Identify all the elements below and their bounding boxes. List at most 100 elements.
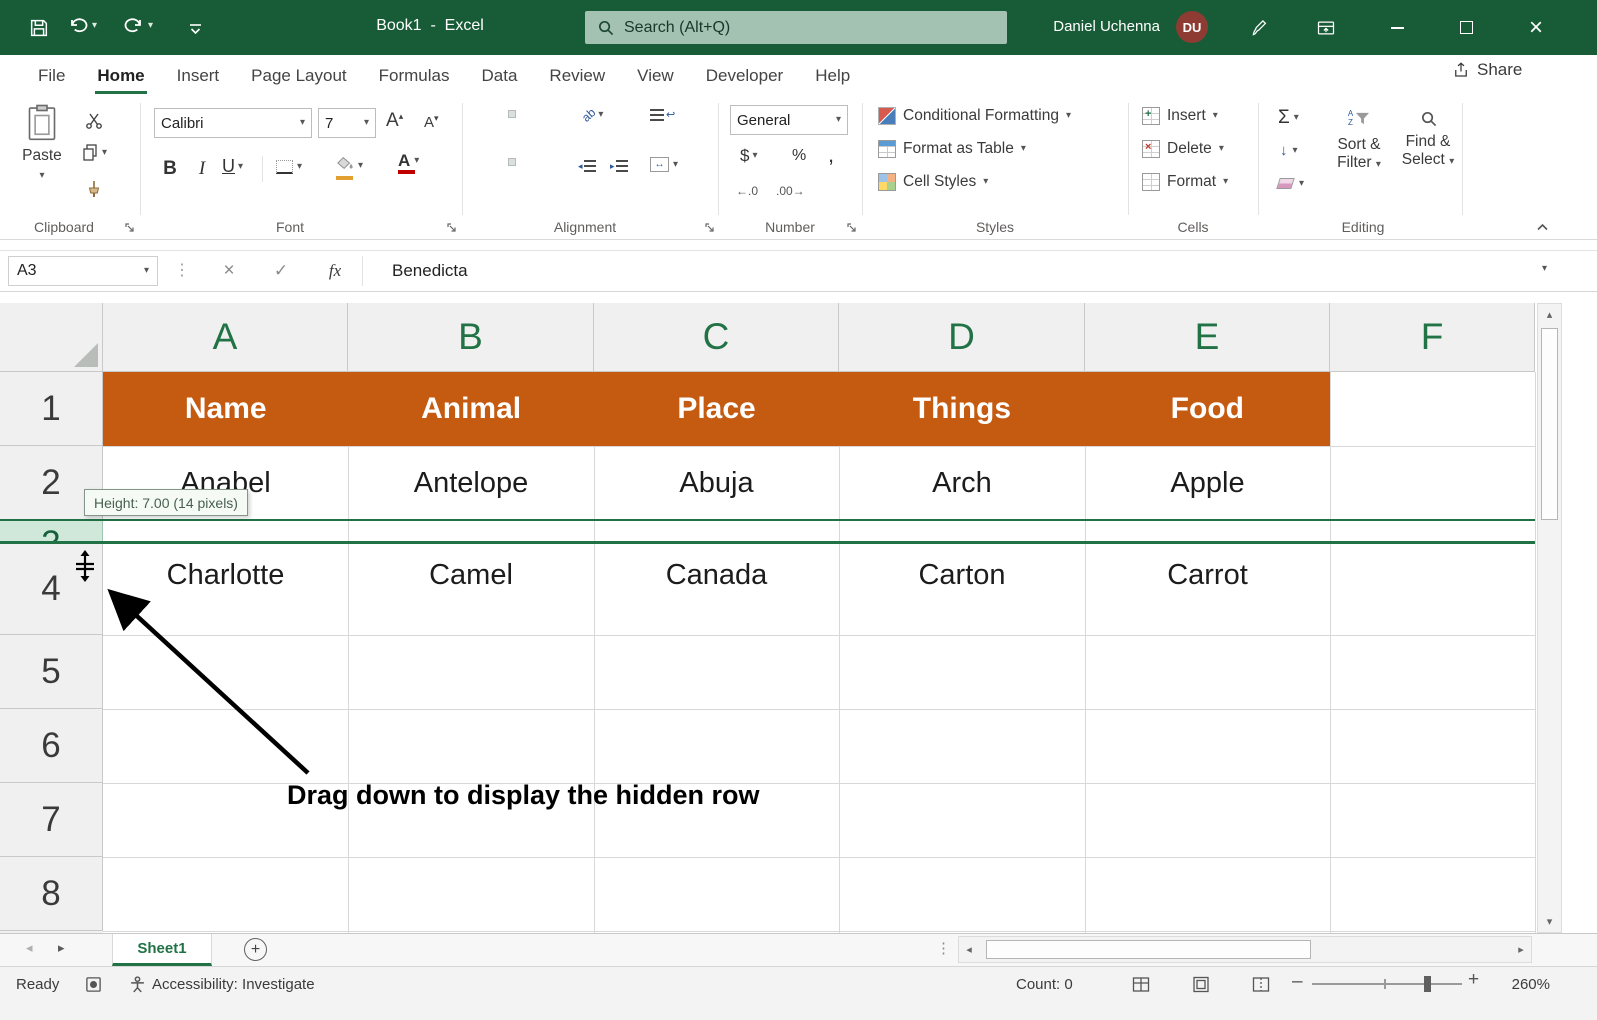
name-box[interactable]: A3 xyxy=(8,256,158,286)
clear-button[interactable] xyxy=(1278,178,1304,189)
column-header-B[interactable]: B xyxy=(348,303,594,372)
user-name[interactable]: Daniel Uchenna xyxy=(1000,18,1160,35)
bold-button[interactable]: B xyxy=(158,156,182,182)
underline-button[interactable]: U xyxy=(222,156,243,177)
sheet-nav-next-icon[interactable]: ▸ xyxy=(58,940,65,956)
horizontal-scroll-thumb[interactable] xyxy=(986,940,1311,959)
increase-decimal-button[interactable]: ←.0 xyxy=(736,184,758,198)
header-cell-place[interactable]: Place xyxy=(594,372,839,446)
expand-formula-bar-icon[interactable] xyxy=(1542,264,1547,274)
borders-button[interactable] xyxy=(276,160,302,174)
dropdown-icon[interactable] xyxy=(358,161,363,171)
scroll-down-icon[interactable]: ▾ xyxy=(1538,912,1561,930)
tab-view[interactable]: View xyxy=(621,55,690,97)
column-header-D[interactable]: D xyxy=(839,303,1085,372)
dropdown-icon[interactable] xyxy=(1293,146,1298,156)
header-cell-animal[interactable]: Animal xyxy=(348,372,593,446)
page-break-view-button[interactable] xyxy=(1248,972,1274,996)
number-dialog-launcher[interactable] xyxy=(846,220,857,238)
cell-E4[interactable]: Carrot xyxy=(1085,545,1330,605)
cell-C2[interactable]: Abuja xyxy=(594,446,839,520)
avatar[interactable]: DU xyxy=(1176,11,1208,43)
insert-cells-button[interactable]: + Insert xyxy=(1142,107,1218,125)
vertical-scrollbar[interactable]: ▴ ▾ xyxy=(1537,303,1562,933)
increase-indent-button[interactable]: ▸ xyxy=(610,160,628,172)
cell-B2[interactable]: Antelope xyxy=(348,446,594,520)
dropdown-icon[interactable] xyxy=(752,151,757,161)
sheet-tab-active[interactable]: Sheet1 xyxy=(112,934,212,966)
enter-button[interactable]: ✓ xyxy=(266,256,296,286)
decrease-decimal-button[interactable]: .00→ xyxy=(776,184,805,198)
cell-D4[interactable]: Carton xyxy=(839,545,1085,605)
share-button[interactable]: Share xyxy=(1452,60,1522,80)
ribbon-display-options-button[interactable] xyxy=(1312,15,1340,41)
middle-align-button[interactable] xyxy=(508,110,516,118)
zoom-slider-track[interactable] xyxy=(1312,983,1462,985)
align-right-button[interactable] xyxy=(540,158,548,166)
horizontal-scrollbar[interactable]: ◂ ▸ xyxy=(958,936,1532,963)
italic-button[interactable]: I xyxy=(192,156,212,182)
maximize-button[interactable] xyxy=(1443,0,1489,55)
tab-formulas[interactable]: Formulas xyxy=(363,55,466,97)
column-header-F[interactable]: F xyxy=(1330,303,1535,372)
top-align-button[interactable] xyxy=(476,110,484,118)
alignment-dialog-launcher[interactable] xyxy=(704,220,715,238)
sheet-nav-prev-icon[interactable]: ◂ xyxy=(26,940,33,956)
font-size-combo[interactable]: 7 xyxy=(318,108,376,138)
cell-D2[interactable]: Arch xyxy=(839,446,1085,520)
find-select-button[interactable]: Find & Select xyxy=(1398,110,1458,169)
dropdown-icon[interactable] xyxy=(673,160,678,170)
normal-view-button[interactable] xyxy=(1128,972,1154,996)
formula-input[interactable]: Benedicta xyxy=(392,261,468,281)
quick-access-customize-button[interactable] xyxy=(184,18,206,38)
tab-developer[interactable]: Developer xyxy=(690,55,800,97)
dropdown-icon[interactable] xyxy=(148,21,153,31)
font-family-combo[interactable]: Calibri xyxy=(154,108,312,138)
dropdown-icon[interactable] xyxy=(297,162,302,172)
fill-button[interactable]: ↓ xyxy=(1280,142,1298,159)
cut-button[interactable] xyxy=(82,110,106,132)
tab-file[interactable]: File xyxy=(22,55,81,97)
select-all-corner[interactable] xyxy=(0,303,103,372)
search-box[interactable]: Search (Alt+Q) xyxy=(585,11,1007,44)
align-left-button[interactable] xyxy=(476,158,484,166)
zoom-in-button[interactable]: + xyxy=(1468,969,1479,991)
dropdown-icon[interactable] xyxy=(92,21,97,31)
cell-styles-button[interactable]: Cell Styles xyxy=(878,173,988,191)
zoom-out-button[interactable]: – xyxy=(1292,971,1303,993)
tab-insert[interactable]: Insert xyxy=(161,55,236,97)
tab-help[interactable]: Help xyxy=(799,55,866,97)
font-dialog-launcher[interactable] xyxy=(446,220,457,238)
dropdown-icon[interactable] xyxy=(102,148,107,158)
wrap-text-button[interactable]: ↩ xyxy=(650,108,675,121)
shrink-font-button[interactable]: A▾ xyxy=(424,114,439,131)
status-accessibility[interactable]: Accessibility: Investigate xyxy=(152,976,315,993)
comma-style-button[interactable]: , xyxy=(828,142,834,168)
grow-font-button[interactable]: A▴ xyxy=(386,110,403,132)
row-header-6[interactable]: 6 xyxy=(0,709,103,783)
cancel-button[interactable]: × xyxy=(214,256,244,286)
number-format-combo[interactable]: General xyxy=(730,105,848,135)
zoom-level[interactable]: 260% xyxy=(1490,976,1550,993)
scroll-up-icon[interactable]: ▴ xyxy=(1538,304,1561,324)
row-header-5[interactable]: 5 xyxy=(0,635,103,709)
column-header-A[interactable]: A xyxy=(103,303,348,372)
font-color-button[interactable]: A xyxy=(398,152,419,174)
tabbar-grip-icon[interactable]: ⋮ xyxy=(936,939,951,957)
header-cell-things[interactable]: Things xyxy=(839,372,1084,446)
dropdown-icon[interactable] xyxy=(238,162,243,172)
close-button[interactable]: × xyxy=(1513,0,1559,55)
format-painter-button[interactable] xyxy=(82,178,106,200)
redo-button[interactable] xyxy=(124,17,153,35)
clipboard-dialog-launcher[interactable] xyxy=(124,220,135,238)
dropdown-icon[interactable] xyxy=(1294,113,1299,123)
new-sheet-button[interactable]: + xyxy=(244,938,267,961)
row-header-3[interactable]: 3 xyxy=(0,520,103,543)
dropdown-icon[interactable] xyxy=(144,266,149,276)
row-header-8[interactable]: 8 xyxy=(0,857,103,931)
tab-review[interactable]: Review xyxy=(533,55,621,97)
format-as-table-button[interactable]: Format as Table xyxy=(878,140,1026,158)
cell-E2[interactable]: Apple xyxy=(1085,446,1330,520)
accounting-format-button[interactable]: $ xyxy=(740,146,758,166)
accessibility-button[interactable] xyxy=(126,974,148,994)
